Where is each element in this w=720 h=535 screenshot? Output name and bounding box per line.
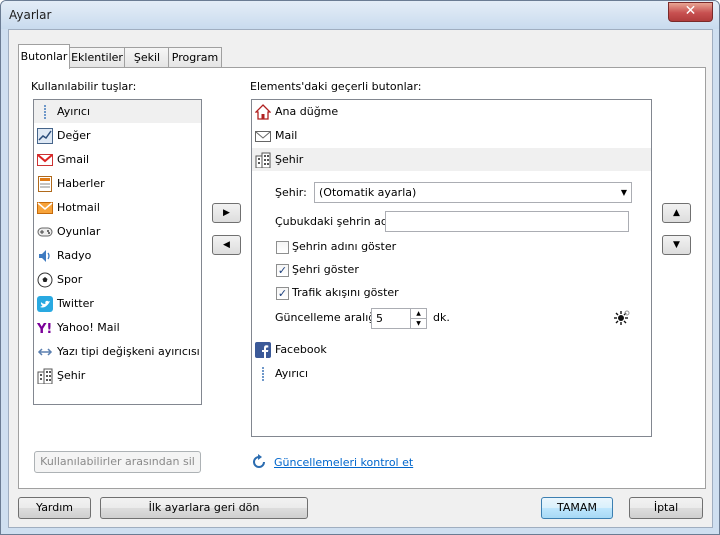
city-select[interactable]: (Otomatik ayarla) ▼ [314,182,632,203]
weather-sun-icon [614,309,630,325]
tab-sekil[interactable]: Şekil [124,47,170,68]
tab-program[interactable]: Program [168,47,222,68]
list-item[interactable]: Şehir [34,364,201,387]
gamepad-icon [37,224,53,240]
mail-icon [255,128,271,144]
svg-text:Y!: Y! [37,322,52,336]
chart-icon [37,128,53,144]
stepper-up-icon[interactable]: ▲ [410,309,426,319]
list-item[interactable]: Ana düğme [252,100,651,123]
list-item[interactable]: Radyo [34,244,201,267]
ok-button[interactable]: TAMAM [541,497,613,519]
list-item[interactable]: Oyunlar [34,220,201,243]
city-select-value: (Otomatik ayarla) [319,186,417,199]
city-icon [255,152,271,169]
font-separator-icon [37,344,53,360]
cancel-button[interactable]: İptal [629,497,703,519]
settings-window: Ayarlar ✕ Butonlar Eklentiler Şekil Prog… [0,0,720,535]
bar-name-label: Çubukdaki şehrin adı: [275,215,395,228]
city-label: Şehir: [275,186,307,199]
show-name-label: Şehrin adını göster [292,240,397,253]
refresh-icon [251,454,267,470]
interval-unit: dk. [433,311,450,324]
move-up-button[interactable]: ▲ [662,203,691,223]
list-item[interactable]: Ayırıcı [34,100,201,123]
reset-defaults-button[interactable]: İlk ayarlara geri dön [100,497,308,519]
separator-icon [255,366,271,382]
city-icon [37,368,53,385]
bar-name-input[interactable] [385,211,629,232]
list-item[interactable]: Spor [34,268,201,291]
list-item[interactable]: Facebook [252,338,651,361]
interval-label: Güncelleme aralığı: [275,311,383,324]
facebook-icon [255,342,271,358]
twitter-icon [37,296,53,312]
move-down-button[interactable]: ▼ [662,235,691,255]
move-left-button[interactable]: ◀ [212,235,241,255]
interval-stepper[interactable]: 5 ▲ ▼ [371,308,427,329]
show-traffic-label: Trafik akışını göster [292,286,399,299]
speaker-icon [37,248,53,264]
interval-value: 5 [376,312,383,325]
separator-icon [37,104,53,120]
available-buttons-label: Kullanılabilir tuşlar: [31,80,137,93]
window-title: Ayarlar [9,8,52,22]
tab-butonlar[interactable]: Butonlar [18,44,70,69]
check-updates-link[interactable]: Güncellemeleri kontrol et [274,456,413,469]
move-right-button[interactable]: ▶ [212,203,241,223]
list-item[interactable]: Ayırıcı [252,362,651,385]
help-button[interactable]: Yardım [18,497,91,519]
list-item[interactable]: Gmail [34,148,201,171]
show-city-label: Şehri göster [292,263,359,276]
home-icon [254,104,272,120]
remove-from-available-button[interactable]: Kullanılabilirler arasından sil [34,451,201,473]
close-button[interactable]: ✕ [668,2,713,22]
list-item[interactable]: Hotmail [34,196,201,219]
list-item[interactable]: Haberler [34,172,201,195]
stepper-down-icon[interactable]: ▼ [410,319,426,328]
list-item-selected[interactable]: Şehir [252,148,651,171]
gmail-icon [37,152,53,168]
chevron-down-icon: ▼ [620,188,627,197]
show-name-checkbox[interactable] [276,241,289,254]
list-item[interactable]: Y! Yahoo! Mail [34,316,201,339]
list-item[interactable]: Değer [34,124,201,147]
available-buttons-list[interactable]: Ayırıcı Değer Gmail Haberler Hotmail Oyu… [33,99,202,405]
title-bar[interactable]: Ayarlar ✕ [1,1,719,29]
current-buttons-label: Elements'daki geçerli butonlar: [250,80,422,93]
yahoo-icon: Y! [36,320,53,337]
news-icon [37,176,53,192]
tab-eklentiler[interactable]: Eklentiler [68,47,126,68]
show-traffic-checkbox[interactable]: ✓ [276,287,289,300]
soccer-ball-icon [37,272,53,288]
tab-panel: Kullanılabilir tuşlar: Ayırıcı Değer Gma… [18,67,706,489]
hotmail-icon [37,200,53,216]
list-item[interactable]: Twitter [34,292,201,315]
list-item[interactable]: Yazı tipi değişkeni ayırıcısı [34,340,201,363]
current-buttons-list[interactable]: Ana düğme Mail Şehir Şehir: (Otomatik ay… [251,99,652,437]
list-item[interactable]: Mail [252,124,651,147]
show-city-checkbox[interactable]: ✓ [276,264,289,277]
dialog-client: Butonlar Eklentiler Şekil Program Kullan… [8,29,713,528]
